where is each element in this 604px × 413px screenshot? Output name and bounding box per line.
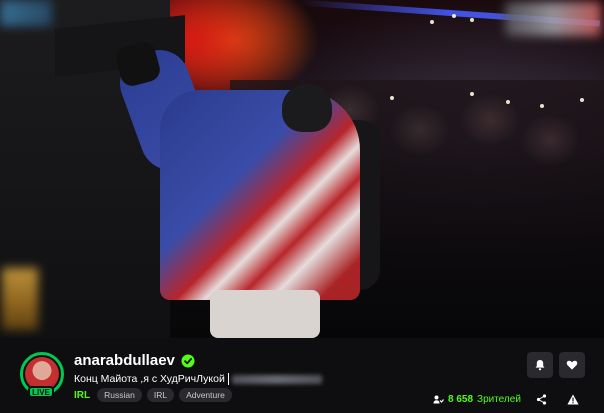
tag-list: IRL Russian IRL Adventure [74,388,232,402]
stream-title-row: Конц Майота ,я с ХудРичЛукой [74,373,322,385]
tag-chip[interactable]: IRL [146,388,175,402]
blurred-overlay-left [2,268,38,330]
share-button[interactable] [533,391,549,407]
follow-button[interactable] [559,352,585,378]
viewers-icon [433,395,444,403]
video-player[interactable] [0,0,604,338]
tag-chip[interactable]: Russian [97,388,142,402]
report-button[interactable] [565,391,581,407]
person-head [282,84,332,132]
blurred-overlay-top-right [505,2,601,36]
person-hood [210,290,320,338]
blurred-overlay-top-left [0,0,52,26]
notification-button[interactable] [527,352,553,378]
channel-name-row: anarabdullaev [74,352,195,369]
bell-icon [535,360,545,371]
stream-title: Конц Майота ,я с ХудРичЛукой [74,373,225,385]
text-cursor [227,373,229,385]
verified-badge-icon [181,354,195,368]
tag-chip[interactable]: Adventure [179,388,232,402]
channel-name[interactable]: anarabdullaev [74,352,175,369]
blurred-title-text [231,374,322,384]
live-badge: LIVE [28,386,54,398]
share-icon [536,393,546,405]
warning-icon [567,394,579,404]
viewer-count-label: Зрителей [477,394,521,405]
viewer-count-value: 8 658 [448,394,474,405]
category-link[interactable]: IRL [74,390,90,401]
flag-jacket [160,90,360,300]
heart-icon [566,360,578,370]
stream-info-bar: LIVE anarabdullaev Конц Майота ,я с ХудР… [0,338,604,413]
viewer-count: 8 658 Зрителей [433,394,521,405]
